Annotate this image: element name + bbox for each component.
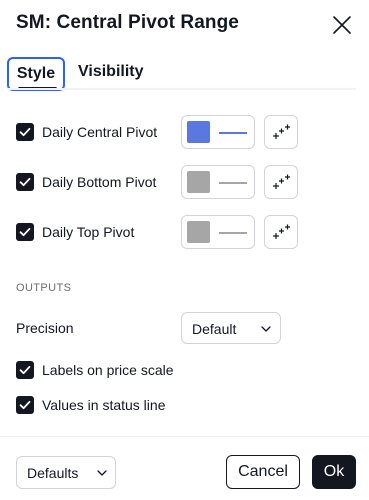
values-in-status-line-row: Values in status line [16,388,356,422]
daily-bottom-pivot-color-button[interactable] [181,165,255,199]
plot-row-daily-bottom-pivot: Daily Bottom Pivot [16,165,356,199]
plot-row-daily-central-pivot: Daily Central Pivot [16,115,356,149]
crosshair-plus-icon [273,124,290,139]
tab-style-label: Style [16,65,56,82]
color-swatch [187,121,210,143]
indicator-settings-dialog: SM: Central Pivot Range Style Visibility… [0,0,369,500]
precision-value: Default [192,321,237,337]
values-in-status-line-label: Values in status line [42,397,166,413]
crosshair-plus-icon [273,174,290,189]
precision-select[interactable]: Default [181,312,281,344]
daily-bottom-pivot-plot-type-button[interactable] [264,165,298,199]
tabs-divider [7,88,356,90]
daily-central-pivot-plot-type-button[interactable] [264,115,298,149]
labels-on-price-scale-row: Labels on price scale [16,353,356,387]
ok-button[interactable]: Ok [312,455,356,489]
line-style-sample [219,132,247,134]
tab-bar: Style Visibility [7,57,357,91]
plot-row-daily-top-pivot: Daily Top Pivot [16,215,356,249]
checkmark-icon [19,400,31,410]
close-button[interactable] [329,12,355,38]
daily-bottom-pivot-checkbox[interactable] [16,173,34,191]
daily-central-pivot-label: Daily Central Pivot [42,124,158,140]
daily-bottom-pivot-label: Daily Bottom Pivot [42,174,157,190]
daily-central-pivot-checkbox[interactable] [16,123,34,141]
line-style-sample [219,232,247,234]
tab-visibility[interactable]: Visibility [78,57,148,91]
tab-visibility-label: Visibility [78,63,144,80]
labels-on-price-scale-label: Labels on price scale [42,362,174,378]
checkmark-icon [19,177,31,187]
daily-top-pivot-color-button[interactable] [181,215,255,249]
daily-top-pivot-plot-type-button[interactable] [264,215,298,249]
checkmark-icon [19,127,31,137]
precision-label: Precision [16,320,74,336]
daily-top-pivot-label: Daily Top Pivot [42,224,135,240]
chevron-down-icon [97,470,107,476]
defaults-label: Defaults [27,465,79,481]
labels-on-price-scale-checkbox[interactable] [16,361,34,379]
daily-top-pivot-checkbox[interactable] [16,223,34,241]
dialog-title: SM: Central Pivot Range [16,12,239,33]
footer-divider [0,436,369,437]
line-style-sample [219,182,247,184]
values-in-status-line-checkbox[interactable] [16,396,34,414]
close-icon [333,16,351,34]
daily-central-pivot-color-button[interactable] [181,115,255,149]
checkmark-icon [19,227,31,237]
checkmark-icon [19,365,31,375]
defaults-dropdown[interactable]: Defaults [16,456,116,489]
crosshair-plus-icon [273,224,290,239]
chevron-down-icon [261,326,271,332]
color-swatch [187,171,210,193]
outputs-section-title: OUTPUTS [16,282,72,294]
color-swatch [187,221,210,243]
cancel-button[interactable]: Cancel [226,455,300,489]
tab-style[interactable]: Style [7,57,65,91]
